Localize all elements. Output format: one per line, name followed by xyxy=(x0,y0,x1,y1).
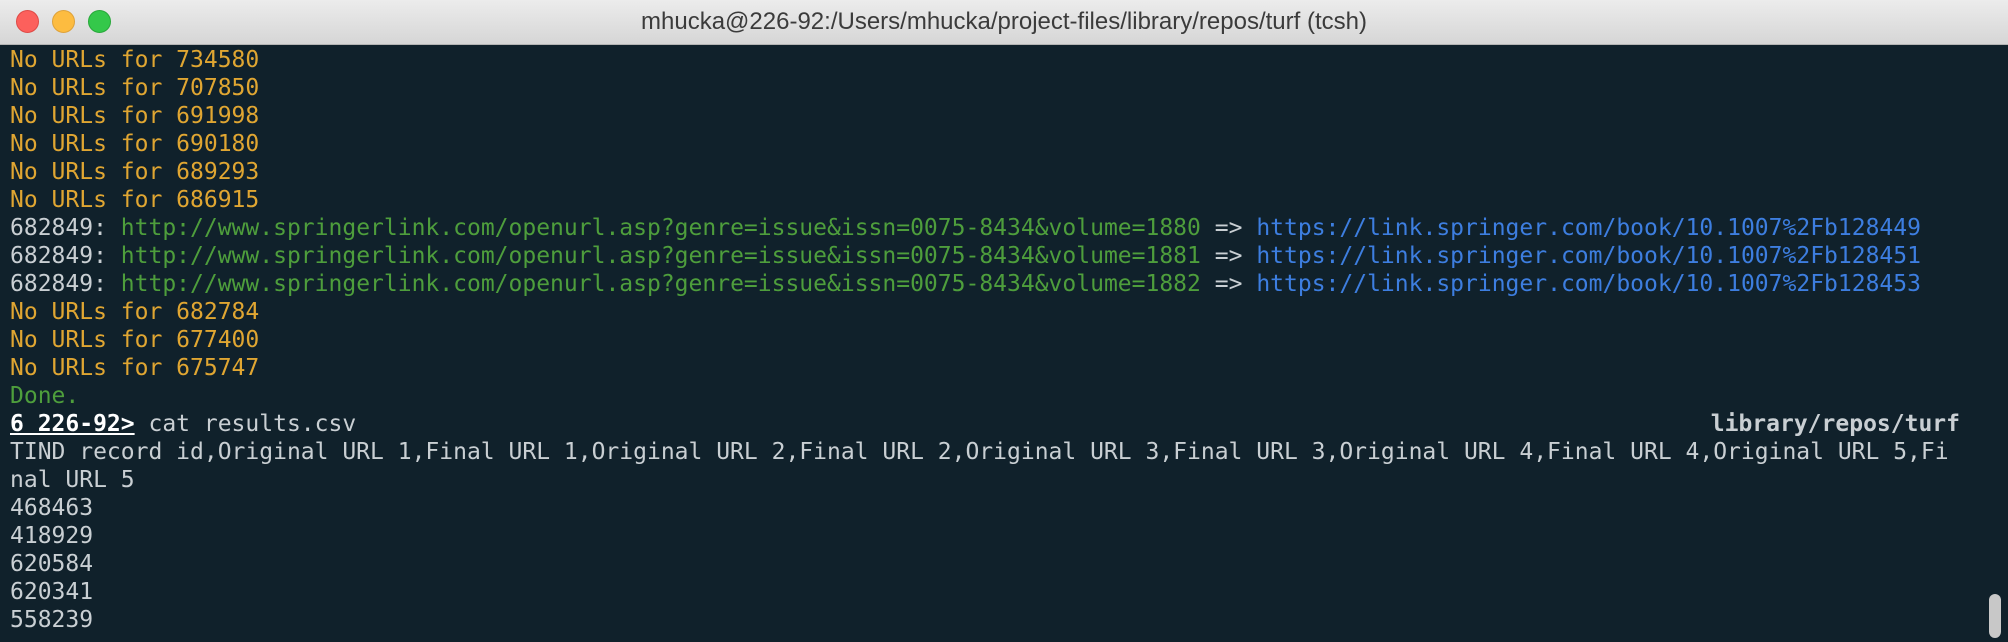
redirect-arrow: => xyxy=(1214,271,1243,297)
terminal-output[interactable]: No URLs for 734580 No URLs for 707850 No… xyxy=(0,46,1984,642)
final-url: https://link.springer.com/book/10.1007%2… xyxy=(1256,243,1921,269)
url-result-line: 682849: http://www.springerlink.com/open… xyxy=(10,270,1921,298)
url-result-line: 682849: http://www.springerlink.com/open… xyxy=(10,242,1921,270)
no-urls-line: No URLs for 734580 xyxy=(10,47,260,73)
redirect-arrow: => xyxy=(1214,243,1243,269)
no-urls-line: No URLs for 677400 xyxy=(10,327,260,353)
redirect-arrow: => xyxy=(1214,215,1243,241)
no-urls-line: No URLs for 675747 xyxy=(10,355,260,381)
terminal-window: mhucka@226-92:/Users/mhucka/project-file… xyxy=(0,0,2008,642)
command-prompt-line: 6 226-92> cat results.csv xyxy=(10,410,356,438)
prompt-right-path: library/repos/turf xyxy=(1710,411,1960,437)
no-urls-line: No URLs for 682784 xyxy=(10,299,260,325)
vertical-scrollbar[interactable] xyxy=(1984,46,2008,642)
record-id: 682849: xyxy=(10,215,107,241)
title-bar: mhucka@226-92:/Users/mhucka/project-file… xyxy=(0,0,2008,45)
prompt: 6 226-92> xyxy=(10,411,135,437)
no-urls-line: No URLs for 690180 xyxy=(10,131,260,157)
final-url: https://link.springer.com/book/10.1007%2… xyxy=(1256,271,1921,297)
command-text: cat results.csv xyxy=(134,411,357,437)
csv-header-line: TIND record id,Original URL 1,Final URL … xyxy=(10,439,1949,465)
no-urls-line: No URLs for 686915 xyxy=(10,187,260,213)
csv-header-line-wrapped: nal URL 5 xyxy=(10,467,135,493)
csv-row: 620584 xyxy=(10,551,94,577)
csv-row: 418929 xyxy=(10,523,94,549)
window-title: mhucka@226-92:/Users/mhucka/project-file… xyxy=(641,8,1367,35)
no-urls-line: No URLs for 691998 xyxy=(10,103,260,129)
final-url: https://link.springer.com/book/10.1007%2… xyxy=(1256,215,1921,241)
no-urls-line: No URLs for 689293 xyxy=(10,159,260,185)
original-url: http://www.springerlink.com/openurl.asp?… xyxy=(120,215,1201,241)
url-result-line: 682849: http://www.springerlink.com/open… xyxy=(10,214,1921,242)
csv-row: 468463 xyxy=(10,495,94,521)
record-id: 682849: xyxy=(10,271,107,297)
no-urls-line: No URLs for 707850 xyxy=(10,75,260,101)
done-message: Done. xyxy=(10,383,80,409)
original-url: http://www.springerlink.com/openurl.asp?… xyxy=(120,271,1201,297)
csv-row: 558239 xyxy=(10,607,94,633)
scrollbar-thumb[interactable] xyxy=(1989,594,2001,638)
csv-row: 620341 xyxy=(10,579,94,605)
original-url: http://www.springerlink.com/openurl.asp?… xyxy=(120,243,1201,269)
record-id: 682849: xyxy=(10,243,107,269)
